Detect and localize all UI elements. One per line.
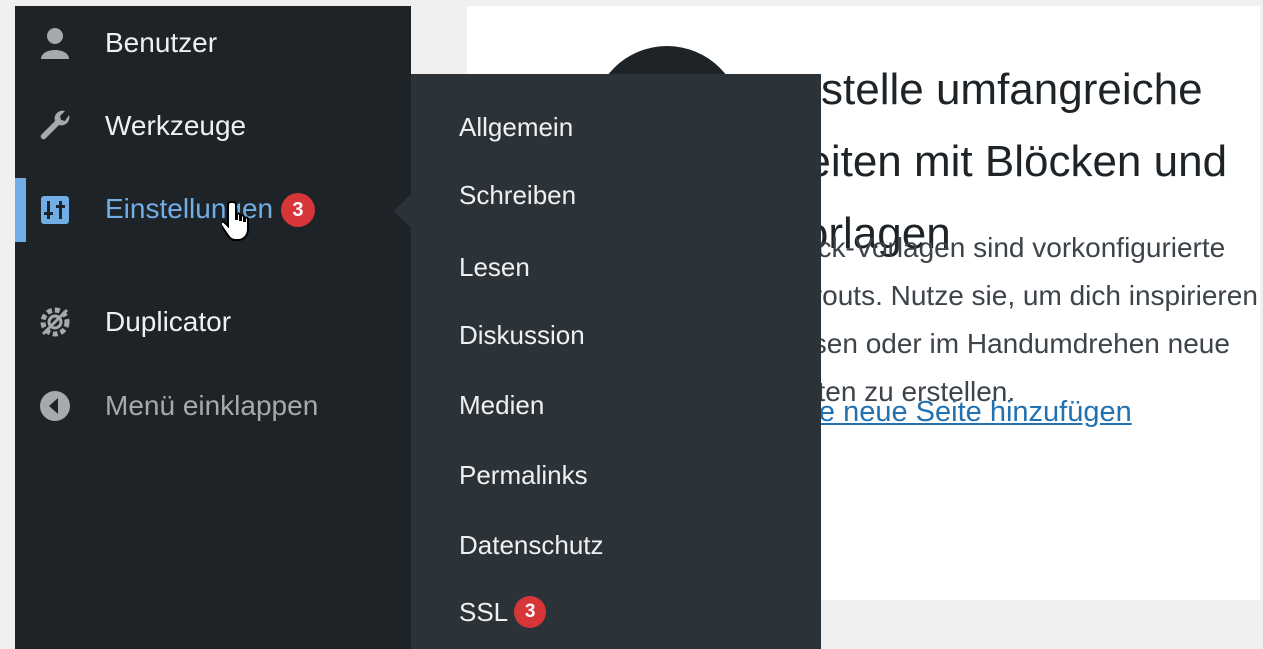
settings-sliders-icon [37, 192, 73, 228]
ssl-count-badge: 3 [514, 596, 547, 628]
sidebar-item-label: Duplicator [105, 306, 232, 337]
submenu-item-label: SSL [459, 596, 509, 627]
add-new-page-link[interactable]: Eine neue Seite hinzufügen [777, 396, 1132, 429]
update-count-badge: 3 [280, 193, 315, 228]
admin-sidebar: Benutzer Werkzeuge Einstellungen 3 Dupli… [15, 6, 411, 649]
content-description: Block-Vorlagen sind vorkonfigurierte Lay… [777, 232, 1260, 407]
sidebar-item-users[interactable]: Benutzer [15, 11, 411, 75]
submenu-item-ssl[interactable]: SSL 3 [459, 596, 547, 628]
sidebar-item-label: Werkzeuge [105, 110, 247, 141]
submenu-item-media[interactable]: Medien [459, 390, 544, 421]
submenu-item-writing[interactable]: Schreiben [459, 180, 576, 211]
sidebar-item-duplicator[interactable]: Duplicator [15, 290, 411, 354]
settings-submenu: Allgemein Schreiben Lesen Diskussion Med… [411, 74, 821, 649]
duplicator-gear-icon [37, 304, 73, 340]
flyout-pointer [394, 194, 411, 228]
submenu-item-general[interactable]: Allgemein [459, 112, 573, 143]
submenu-item-reading[interactable]: Lesen [459, 252, 530, 283]
collapse-menu-button[interactable]: Menü einklappen [15, 374, 411, 438]
sidebar-item-settings[interactable]: Einstellungen 3 [15, 178, 411, 242]
current-indicator [15, 178, 26, 242]
submenu-item-permalinks[interactable]: Permalinks [459, 460, 588, 491]
hand-cursor-icon [222, 201, 249, 241]
submenu-item-discussion[interactable]: Diskussion [459, 320, 585, 351]
sidebar-item-label: Benutzer [105, 27, 218, 58]
admin-screen: Erstelle umfangreiche Seiten mit Blöcken… [0, 0, 1263, 649]
collapse-arrow-icon [37, 388, 73, 424]
sidebar-item-label: Menü einklappen [105, 390, 319, 421]
users-icon [37, 25, 73, 61]
submenu-item-privacy[interactable]: Datenschutz [459, 530, 604, 561]
sidebar-item-tools[interactable]: Werkzeuge [15, 94, 411, 158]
sidebar-item-label: Einstellungen 3 [105, 193, 315, 228]
wrench-icon [37, 108, 73, 144]
